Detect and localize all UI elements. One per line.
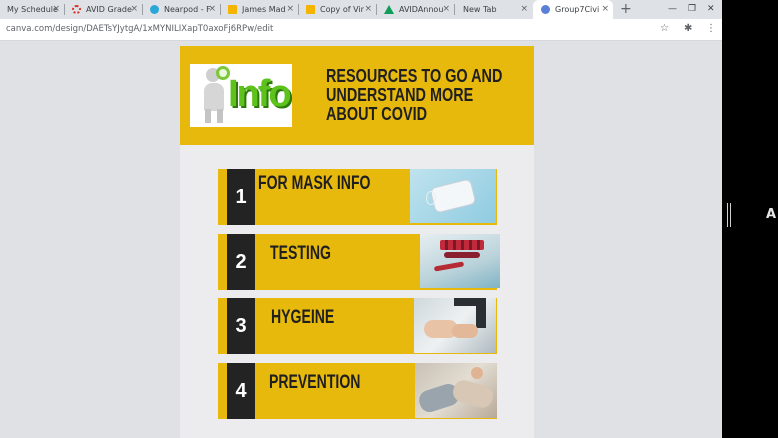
figure-leg — [217, 109, 223, 123]
tab-avid-grade[interactable]: AVID Grade × — [65, 0, 142, 19]
close-icon[interactable]: × — [601, 4, 609, 15]
browser-window: My Schedule × AVID Grade × Nearpod - F ×… — [0, 0, 722, 438]
canva-icon — [541, 5, 550, 14]
row-label: PREVENTION — [269, 372, 361, 393]
figure-leg — [205, 109, 211, 123]
star-icon[interactable]: ☆ — [660, 23, 669, 35]
url-field[interactable]: canva.com/design/DAETsYJytgA/1xMYNILIXap… — [6, 24, 273, 34]
tab-label: AVIDAnnou — [399, 5, 444, 14]
row-number: 4 — [227, 363, 255, 419]
minimize-icon[interactable]: — — [668, 2, 677, 16]
tab-group7civic[interactable]: Group7Civic × — [533, 0, 613, 19]
tab-copy-of-vir[interactable]: Copy of Vir × — [299, 0, 376, 19]
tab-new-tab[interactable]: New Tab × — [455, 0, 532, 19]
row-number: 2 — [227, 234, 255, 290]
title-line: UNDERSTAND MORE — [326, 84, 474, 105]
header-band: Info RESOURCES TO GO AND UNDERSTAND MORE… — [180, 46, 534, 145]
tab-avid-announcements[interactable]: AVIDAnnou × — [377, 0, 454, 19]
resource-row-hygiene[interactable]: 3 HYGEINE — [218, 298, 498, 355]
address-bar: canva.com/design/DAETsYJytgA/1xMYNILIXap… — [0, 19, 722, 41]
tab-label: Nearpod - F — [164, 5, 211, 14]
tab-label: New Tab — [463, 5, 497, 14]
resource-row-mask[interactable]: 1 FOR MASK INFO — [218, 169, 498, 226]
new-tab-button[interactable]: + — [620, 1, 632, 17]
canva-editor-area: Info RESOURCES TO GO AND UNDERSTAND MORE… — [0, 41, 722, 438]
menu-icon[interactable]: ⋮ — [706, 23, 716, 35]
close-icon[interactable]: × — [286, 4, 294, 15]
row-number: 3 — [227, 298, 255, 354]
close-icon[interactable]: × — [364, 4, 372, 15]
tab-my-schedule[interactable]: My Schedule × — [0, 0, 64, 19]
row-label: HYGEINE — [271, 307, 335, 328]
info-graphic: Info — [190, 64, 292, 127]
tab-label: James Mad — [242, 5, 286, 14]
page-title: RESOURCES TO GO AND UNDERSTAND MORE ABOU… — [326, 65, 503, 124]
tab-label: AVID Grade — [86, 5, 132, 14]
info-word: Info — [228, 73, 292, 115]
pause-icon[interactable] — [727, 203, 731, 227]
elbow-bump-photo — [415, 363, 497, 418]
close-icon[interactable]: × — [442, 4, 450, 15]
tab-james-mad[interactable]: James Mad × — [221, 0, 298, 19]
design-page[interactable]: Info RESOURCES TO GO AND UNDERSTAND MORE… — [180, 46, 534, 438]
close-icon[interactable]: × — [52, 4, 60, 15]
tab-strip: My Schedule × AVID Grade × Nearpod - F ×… — [0, 0, 722, 19]
close-icon[interactable]: × — [208, 4, 216, 15]
surgical-mask-photo — [410, 169, 496, 223]
window-close-icon[interactable]: ✕ — [707, 2, 715, 16]
restore-icon[interactable]: ❐ — [688, 2, 696, 16]
test-tubes-photo — [420, 234, 500, 288]
resource-row-testing[interactable]: 2 TESTING — [218, 234, 500, 291]
tab-label: My Schedule — [7, 5, 58, 14]
row-number: 1 — [227, 169, 255, 225]
slides-icon — [306, 5, 315, 14]
nearpod-icon — [150, 5, 159, 14]
slides-icon — [228, 5, 237, 14]
side-panel-text: A — [766, 207, 777, 222]
title-line: ABOUT COVID — [326, 103, 428, 124]
row-label: TESTING — [270, 243, 331, 264]
extensions-icon[interactable]: ✱ — [684, 23, 692, 35]
row-label: FOR MASK INFO — [258, 173, 371, 194]
hand-washing-photo — [414, 298, 496, 353]
resource-row-prevention[interactable]: 4 PREVENTION — [218, 363, 498, 420]
drive-icon — [384, 5, 394, 14]
circle-icon — [72, 5, 81, 14]
title-line: RESOURCES TO GO AND — [326, 65, 503, 86]
close-icon[interactable]: × — [520, 4, 528, 15]
tab-nearpod[interactable]: Nearpod - F × — [143, 0, 220, 19]
figure-body — [204, 83, 224, 111]
tab-label: Group7Civic — [555, 5, 599, 14]
close-icon[interactable]: × — [130, 4, 138, 15]
tab-label: Copy of Vir — [320, 5, 364, 14]
